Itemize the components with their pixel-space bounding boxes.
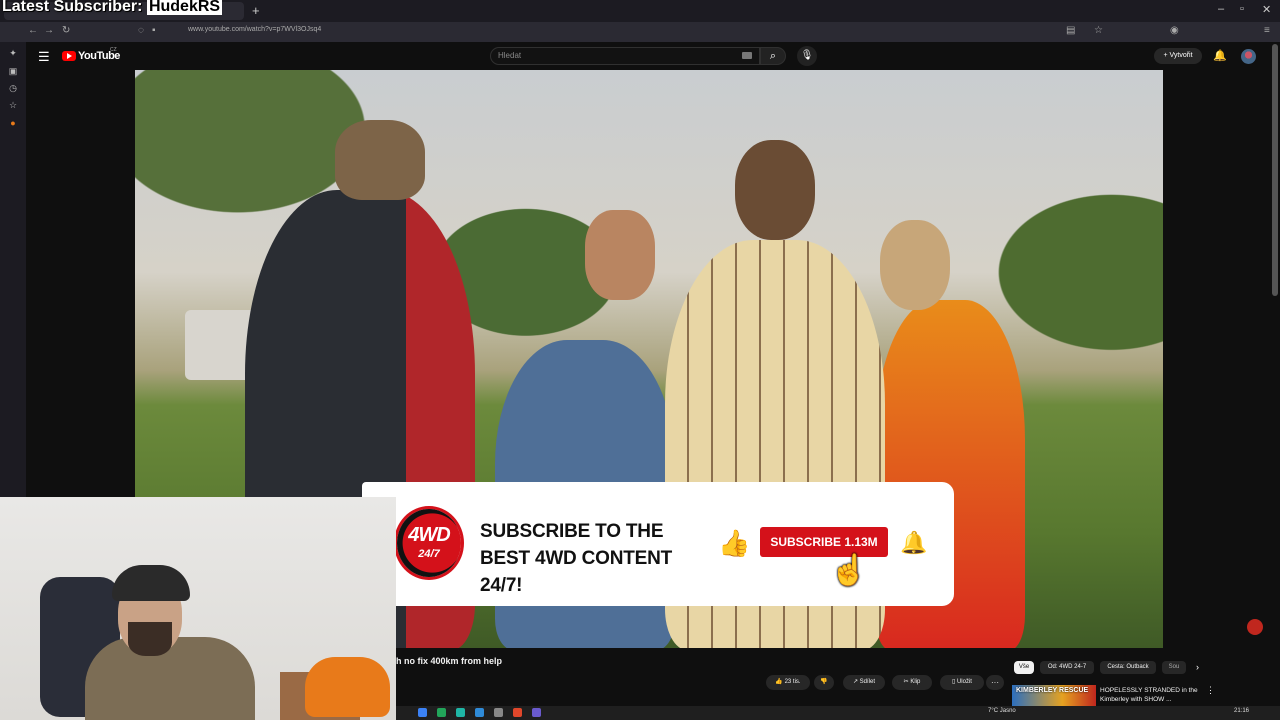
- taskbar-app-icon[interactable]: [437, 708, 446, 717]
- chip-outback[interactable]: Cesta: Outback: [1100, 661, 1156, 674]
- thumbnail-text: KIMBERLEY RESCUE: [1016, 687, 1089, 694]
- channel-logo-subtext: 24/7: [418, 548, 440, 560]
- lock-icon[interactable]: ▪: [152, 25, 156, 36]
- share-label: Sdílet: [859, 679, 876, 685]
- sidebar-bookmarks-icon[interactable]: ▣: [7, 66, 19, 78]
- microphone-icon: 🎙: [800, 50, 814, 61]
- taskbar-app-icon[interactable]: [418, 708, 427, 717]
- dislike-button[interactable]: 👎: [814, 675, 834, 690]
- create-button[interactable]: + Vytvořit: [1154, 48, 1202, 64]
- new-tab-button[interactable]: +: [252, 3, 260, 18]
- recommendation-title[interactable]: HOPELESSLY STRANDED in the Kimberley wit…: [1100, 686, 1204, 704]
- taskbar-app-icon[interactable]: [494, 708, 503, 717]
- weather-widget[interactable]: 7°C Jasno: [988, 708, 1016, 714]
- streamer-cap: [112, 565, 190, 601]
- share-button[interactable]: ↗ Sdílet: [843, 675, 885, 690]
- search-icon: ⌕: [769, 50, 777, 62]
- reader-icon[interactable]: ▤: [1066, 25, 1075, 36]
- sidebar-extension-icon[interactable]: ●: [7, 118, 19, 130]
- back-icon[interactable]: ←: [28, 25, 38, 36]
- stream-subscriber-overlay: Latest Subscriber: HudekRS: [2, 0, 223, 16]
- extension-icon[interactable]: ◉: [1170, 25, 1179, 36]
- taskbar-clock[interactable]: 21:16: [1234, 708, 1249, 714]
- shield-icon[interactable]: ◌: [138, 25, 144, 36]
- channel-watermark-icon[interactable]: [1247, 619, 1263, 635]
- person-head: [735, 140, 815, 240]
- taskbar-app-icon[interactable]: [456, 708, 465, 717]
- search-button[interactable]: ⌕: [760, 47, 786, 65]
- reload-icon[interactable]: ↻: [62, 25, 70, 36]
- notifications-bell-icon[interactable]: 🔔: [1213, 49, 1227, 62]
- taskbar-app-icon[interactable]: [513, 708, 522, 717]
- scrollbar[interactable]: [1272, 44, 1278, 296]
- maximize-button[interactable]: ▫: [1240, 3, 1244, 15]
- streamer-body: [85, 637, 255, 720]
- keyboard-icon[interactable]: [742, 52, 752, 59]
- thumbs-up-icon: 👍: [718, 528, 751, 558]
- search-input[interactable]: [490, 47, 760, 65]
- address-bar[interactable]: www.youtube.com/watch?v=p7WVl3OJsq4: [188, 26, 321, 33]
- bell-icon: 🔔: [900, 530, 928, 555]
- sidebar-ai-icon[interactable]: ✦: [7, 48, 19, 60]
- overlay-subscriber-name: HudekRS: [146, 0, 223, 15]
- channel-logo-text: 4WD: [408, 524, 450, 546]
- sidebar-history-icon[interactable]: ◷: [7, 83, 19, 95]
- chip-all[interactable]: Vše: [1014, 661, 1034, 674]
- minimize-button[interactable]: –: [1218, 3, 1224, 15]
- video-title: h no fix 400km from help: [396, 656, 503, 666]
- subscribe-headline: SUBSCRIBE TO THE BEST 4WD CONTENT 24/7!: [480, 521, 673, 596]
- person-head: [585, 210, 655, 300]
- sidebar-favorites-icon[interactable]: ☆: [7, 100, 19, 112]
- taskbar: [396, 706, 1280, 720]
- save-label: Uložit: [956, 679, 972, 685]
- youtube-logo-icon[interactable]: [62, 51, 76, 61]
- like-button[interactable]: 👍 23 tis.: [766, 675, 810, 690]
- browser-menu-icon[interactable]: ≡: [1264, 25, 1270, 36]
- search-placeholder: Hledat: [498, 51, 522, 60]
- streamer-beard: [128, 622, 172, 656]
- forward-icon[interactable]: →: [44, 25, 54, 36]
- kebab-menu-icon[interactable]: ⋮: [1206, 685, 1215, 696]
- hand-cursor-icon: ☝: [830, 554, 868, 587]
- save-button[interactable]: ▯ Uložit: [940, 675, 984, 690]
- background-bag: [305, 657, 390, 717]
- more-actions-button[interactable]: ···: [986, 675, 1004, 690]
- taskbar-app-icon[interactable]: [532, 708, 541, 717]
- dislike-icon: 👎: [820, 679, 828, 685]
- chevron-right-icon[interactable]: ›: [1196, 662, 1199, 672]
- chip-from-channel[interactable]: Od: 4WD 24-7: [1040, 661, 1094, 674]
- subscribe-button[interactable]: SUBSCRIBE 1.13M: [760, 527, 888, 557]
- like-count: 23 tis.: [784, 679, 801, 685]
- bookmark-star-icon[interactable]: ☆: [1094, 25, 1103, 36]
- menu-icon[interactable]: ☰: [38, 49, 50, 65]
- overlay-prefix: Latest Subscriber:: [2, 0, 147, 15]
- like-icon: 👍: [775, 679, 785, 685]
- person-head: [335, 120, 425, 200]
- close-window-button[interactable]: ✕: [1262, 3, 1271, 16]
- clip-label: Klip: [910, 679, 921, 685]
- clip-button[interactable]: ✂ Klip: [892, 675, 932, 690]
- chip-related[interactable]: Sou: [1162, 661, 1186, 674]
- person-head: [880, 220, 950, 310]
- country-code: CZ: [110, 47, 117, 53]
- share-icon: ↗: [852, 679, 860, 685]
- taskbar-app-icon[interactable]: [475, 708, 484, 717]
- webcam-overlay: [0, 497, 396, 720]
- avatar[interactable]: [1241, 49, 1256, 64]
- voice-search-button[interactable]: 🎙: [797, 46, 817, 66]
